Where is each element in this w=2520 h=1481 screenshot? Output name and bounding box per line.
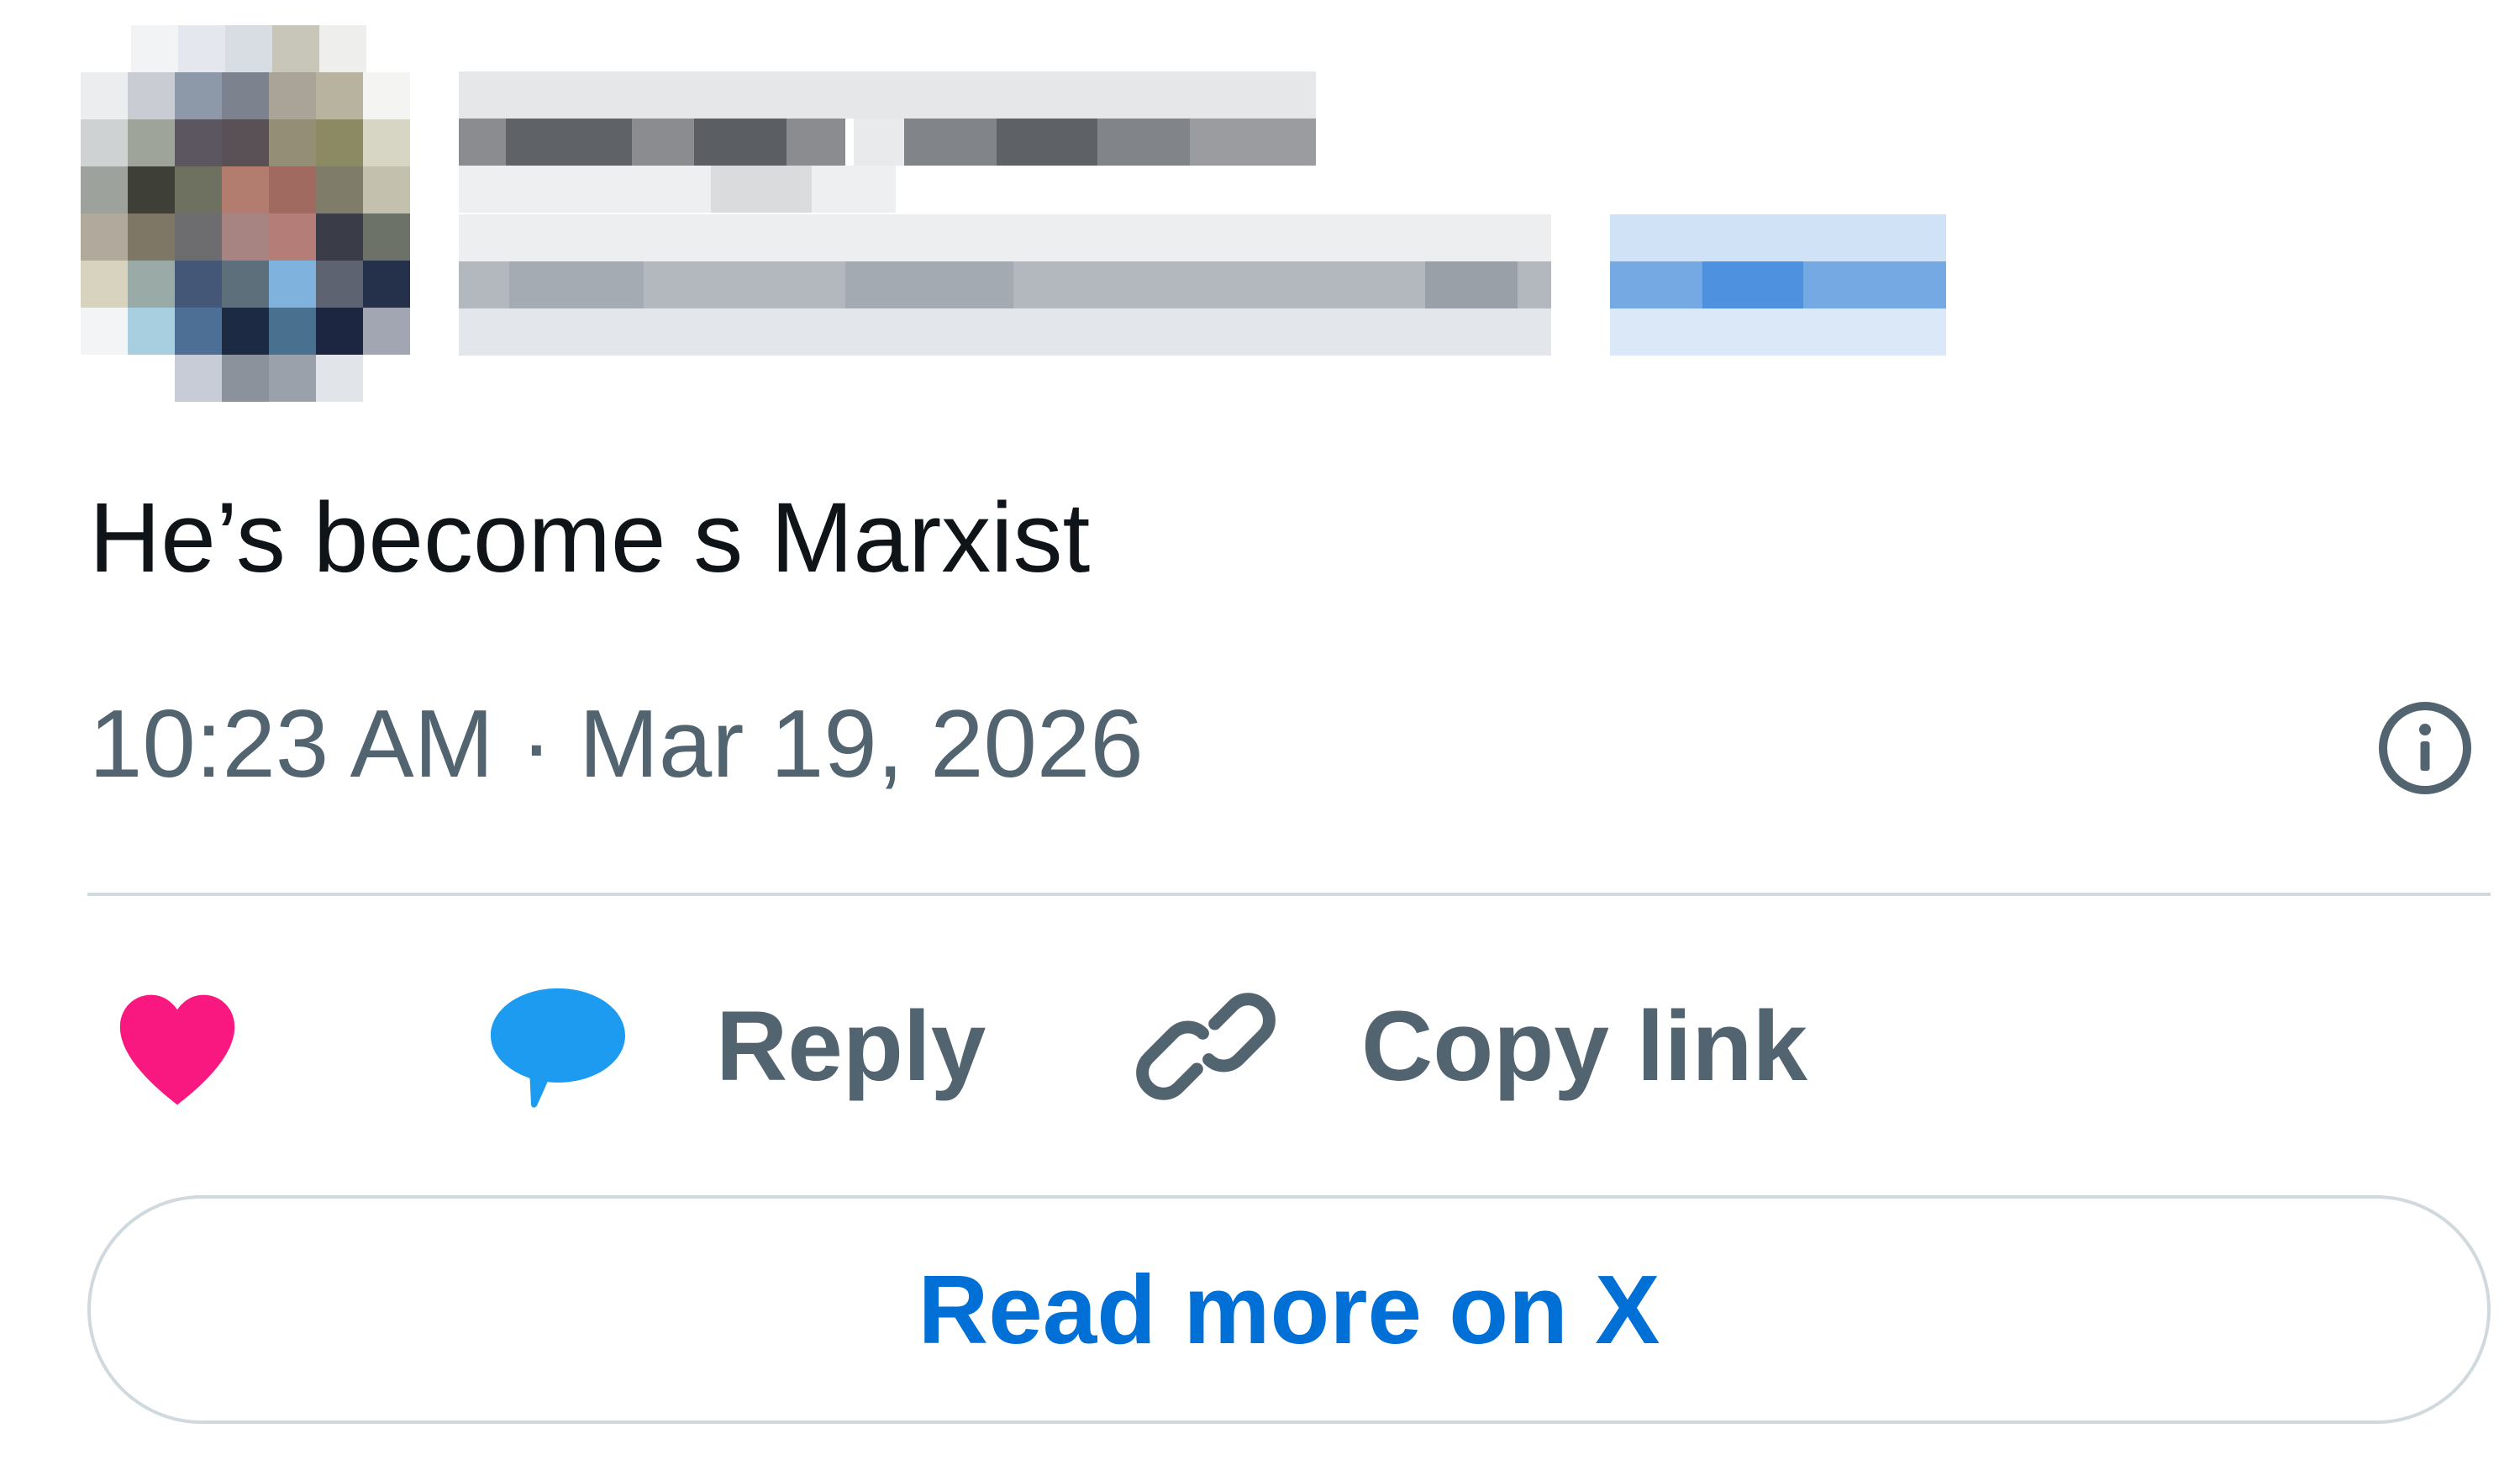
reply-label: Reply (716, 991, 986, 1102)
author-header-redacted[interactable] (81, 25, 1946, 412)
tweet-text: He’s become s Marxist (89, 482, 1091, 593)
speech-bubble-icon (491, 988, 625, 1108)
tweet-embed-card: He’s become s Marxist 10:23 AM · Mar 19,… (0, 0, 2520, 1481)
copy-link-button[interactable]: Copy link (1134, 975, 1807, 1118)
read-more-button[interactable]: Read more on X (87, 1195, 2491, 1424)
copy-link-label: Copy link (1361, 991, 1808, 1102)
heart-icon (119, 994, 235, 1105)
info-icon[interactable] (2375, 698, 2475, 798)
link-icon (1136, 993, 1276, 1100)
like-button[interactable] (106, 975, 249, 1118)
tweet-timestamp[interactable]: 10:23 AM · Mar 19, 2026 (89, 689, 1144, 799)
read-more-label: Read more on X (918, 1255, 1660, 1364)
reply-button[interactable]: Reply (484, 975, 986, 1118)
timestamp-row: 10:23 AM · Mar 19, 2026 (89, 689, 2475, 807)
divider (87, 893, 2491, 896)
author-name-redacted[interactable] (459, 71, 1946, 391)
action-bar: Reply Copy link (89, 975, 2492, 1118)
avatar[interactable] (81, 25, 417, 412)
